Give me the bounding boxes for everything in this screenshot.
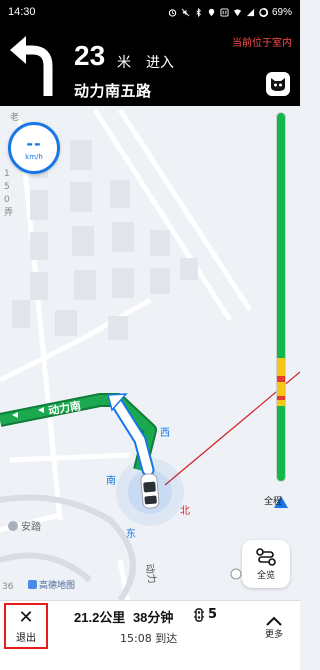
cat-avatar-icon (271, 78, 285, 91)
distance-value: 23 (74, 40, 106, 71)
next-road-name: 动力南五路 (74, 82, 152, 100)
close-icon: ✕ (18, 606, 34, 628)
overview-button[interactable]: 全览 (242, 540, 290, 588)
arrival-time: 15:08 到达 (120, 632, 178, 645)
status-icons: 69% (168, 7, 292, 18)
turn-left-arrow-icon (10, 36, 53, 96)
poi-icon (8, 520, 18, 531)
compass-east: 东 (126, 529, 136, 540)
traffic-bar-label: 全程 (264, 497, 283, 507)
map-watermark: 高德地图 (28, 578, 75, 591)
traffic-light-icon (194, 607, 204, 622)
map-edge-text-side: 1 5 0 弄 (4, 169, 14, 218)
wifi-icon (233, 8, 242, 16)
signal-icon (246, 8, 255, 16)
status-bar: 14:30 69% (0, 0, 300, 24)
trip-summary-bar: ✕ 退出 21.2公里 38分钟 15:08 到达 5 更多 (0, 600, 300, 670)
turn-action: 进入 (146, 55, 174, 71)
compass-west: 西 (160, 428, 170, 439)
indoor-notice[interactable]: 当前位于室内 (232, 34, 292, 49)
road-label: 动力 (142, 563, 158, 585)
remaining-duration: 38分钟 (132, 610, 174, 625)
remaining-distance: 21.2公里 (74, 610, 126, 625)
poi-name: 安踏 (21, 522, 41, 533)
bluetooth-icon (196, 7, 201, 17)
mute-icon (181, 8, 190, 16)
nfc-icon (220, 7, 229, 17)
location-icon (208, 8, 215, 16)
traffic-lights-count: 5 (193, 607, 217, 622)
traffic-lights-value: 5 (208, 607, 218, 622)
more-button[interactable]: 更多 (256, 605, 292, 649)
exit-label: 退出 (16, 632, 36, 644)
voice-assistant-button[interactable] (266, 72, 290, 96)
chevron-up-icon (266, 616, 282, 626)
traffic-progress-bar[interactable] (276, 112, 286, 482)
poi-label: 安踏 (8, 518, 41, 533)
compass-south: 南 (106, 476, 116, 487)
battery-icon (259, 7, 268, 17)
more-label: 更多 (264, 629, 283, 640)
traffic-seg-slow-2 (277, 382, 285, 396)
traffic-seg-slow-3 (277, 400, 285, 406)
map-edge-text-bottom: 36 (2, 582, 14, 592)
watermark-text: 高德地图 (39, 581, 76, 591)
map-edge-text-left: 老 (10, 113, 20, 123)
distance-unit: 米 (117, 55, 131, 71)
traffic-seg-slow (277, 358, 285, 376)
status-time: 14:30 (8, 6, 36, 18)
exit-navigation-button[interactable]: ✕ 退出 (4, 603, 48, 649)
route-overview-icon (256, 547, 276, 566)
speed-gauge: -- km/h (8, 122, 60, 174)
speed-value: -- (26, 134, 42, 153)
turn-guidance-panel: 23 米 进入 动力南五路 当前位于室内 (0, 24, 300, 106)
compass-north: 北 (180, 506, 190, 517)
alarm-icon (168, 8, 177, 17)
battery-percent: 69% (271, 6, 292, 18)
amap-logo-icon (28, 580, 37, 589)
speed-unit: km/h (25, 153, 43, 161)
navigation-screen: 动力南 西 南 北 东 动力 安踏 高德地图 老 1 5 0 弄 36 14:3… (0, 0, 300, 670)
overview-label: 全览 (256, 570, 275, 581)
